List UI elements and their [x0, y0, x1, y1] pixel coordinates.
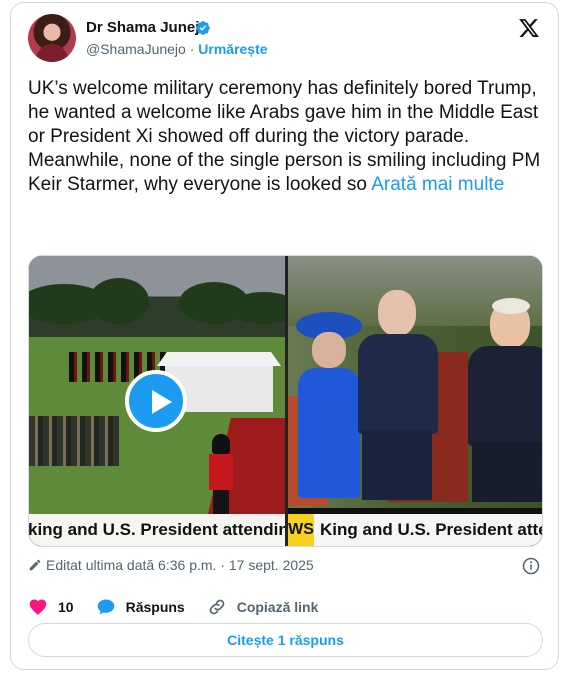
verified-badge-icon: [196, 21, 210, 35]
video-thumbnail-ceremony[interactable]: king and U.S. President attending: [29, 256, 285, 546]
copy-link-label: Copiază link: [236, 599, 319, 615]
pavilion-roof: [157, 352, 281, 366]
pencil-icon: [29, 559, 41, 571]
action-bar: 10 Răspuns Copiază link: [28, 597, 340, 617]
news-caption: King and U.S. President attending: [320, 520, 542, 539]
read-replies-button[interactable]: Citește 1 răspuns: [28, 623, 543, 657]
tree: [229, 292, 285, 324]
tweet-media[interactable]: king and U.S. President attending WS Kin…: [28, 255, 543, 547]
separator-dot: ·: [189, 41, 195, 57]
reply-bubble-icon: [97, 599, 114, 615]
tweet-text: UK’s welcome military ceremony has defin…: [28, 77, 543, 197]
like-count: 10: [58, 599, 74, 615]
tree: [89, 278, 149, 324]
guardsman: [209, 434, 233, 514]
avatar[interactable]: [28, 14, 76, 62]
like-button[interactable]: 10: [28, 597, 74, 617]
heart-icon: [29, 599, 47, 615]
tweet-card: Dr Shama Junejo @ShamaJunejo · Urmărește…: [10, 2, 559, 670]
copy-link-button[interactable]: Copiază link: [207, 597, 319, 617]
show-more-link[interactable]: Arată mai multe: [371, 174, 504, 195]
president-figure: [460, 298, 542, 502]
king-figure: [348, 290, 448, 500]
video-caption-left: king and U.S. President attending: [29, 514, 285, 546]
image-king-and-president[interactable]: WS King and U.S. President attending: [288, 256, 542, 546]
author-handle[interactable]: @ShamaJunejo: [86, 41, 186, 57]
handle-row: @ShamaJunejo · Urmărește: [86, 41, 268, 57]
follow-button[interactable]: Urmărește: [198, 41, 267, 57]
reply-button[interactable]: Răspuns: [96, 597, 185, 617]
edited-label: Editat ultima dată 6:36 p.m. · 17 sept. …: [46, 557, 314, 573]
x-logo-icon[interactable]: [518, 17, 540, 39]
news-tag: WS: [288, 514, 314, 546]
crowd: [29, 416, 119, 466]
author-name[interactable]: Dr Shama Junejo: [86, 19, 209, 36]
reply-label: Răspuns: [125, 599, 185, 615]
play-icon[interactable]: [125, 370, 187, 432]
image-caption-right: WS King and U.S. President attending: [288, 514, 542, 546]
link-icon: [209, 599, 225, 615]
edited-timestamp[interactable]: Editat ultima dată 6:36 p.m. · 17 sept. …: [28, 557, 314, 573]
info-icon[interactable]: [522, 557, 540, 575]
